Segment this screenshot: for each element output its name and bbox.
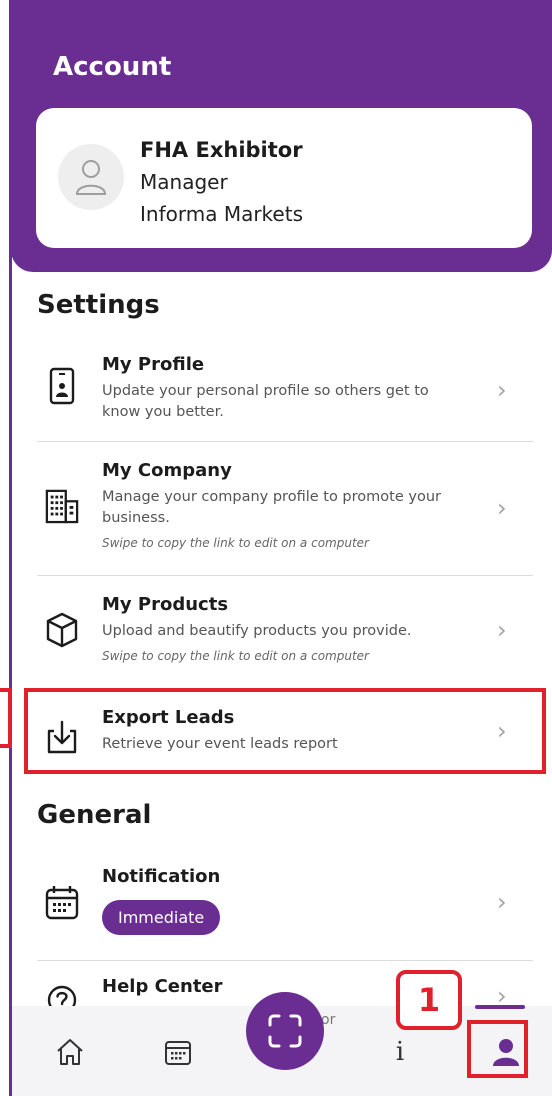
info-icon[interactable]: i — [380, 1032, 420, 1072]
highlight-box-export-leads — [24, 688, 546, 774]
settings-item-my-products[interactable]: My Products Upload and beautify products… — [37, 592, 533, 682]
highlight-box-account-tab — [467, 1020, 528, 1078]
annotation-badge: 1 — [396, 970, 462, 1030]
settings-item-title: My Products — [102, 594, 229, 615]
divider — [37, 960, 533, 961]
box-icon — [45, 610, 79, 650]
profile-role: Manager — [140, 170, 228, 194]
home-icon[interactable] — [50, 1032, 90, 1072]
nav-active-indicator — [475, 1005, 525, 1009]
chevron-right-icon: › — [497, 616, 507, 644]
page-title: Account — [53, 52, 172, 82]
user-icon — [75, 160, 107, 195]
calendar-icon — [45, 882, 79, 922]
chevron-right-icon: › — [497, 888, 507, 916]
settings-item-my-company[interactable]: My Company Manage your company profile t… — [37, 458, 533, 570]
profile-card[interactable]: FHA Exhibitor Manager Informa Markets — [36, 108, 532, 248]
settings-item-my-profile[interactable]: My Profile Update your personal profile … — [37, 352, 533, 440]
building-icon — [45, 486, 79, 526]
highlight-edge-marker — [0, 688, 12, 748]
chevron-right-icon: › — [497, 376, 507, 404]
settings-item-title: My Profile — [102, 354, 205, 375]
divider — [37, 441, 533, 442]
profile-name: FHA Exhibitor — [140, 138, 303, 162]
settings-item-description: Update your personal profile so others g… — [102, 383, 429, 420]
general-heading: General — [37, 800, 152, 830]
calendar-icon[interactable] — [158, 1032, 198, 1072]
scan-button[interactable] — [246, 992, 324, 1070]
notification-frequency-badge[interactable]: Immediate — [102, 900, 221, 935]
avatar — [58, 144, 124, 210]
general-item-notification[interactable]: Notification Immediate › — [37, 864, 533, 948]
settings-item-title: My Company — [102, 460, 232, 481]
settings-heading: Settings — [37, 290, 160, 320]
settings-item-description: Upload and beautify products you provide… — [102, 623, 412, 639]
phone-profile-icon — [45, 366, 79, 406]
settings-item-description: Manage your company profile to promote y… — [102, 489, 441, 526]
divider — [37, 575, 533, 576]
settings-item-hint: Swipe to copy the link to edit on a comp… — [102, 536, 369, 550]
notification-title: Notification — [102, 866, 221, 887]
settings-item-hint: Swipe to copy the link to edit on a comp… — [102, 649, 369, 663]
profile-organization: Informa Markets — [140, 202, 303, 226]
scan-icon — [268, 1014, 302, 1048]
chevron-right-icon: › — [497, 494, 507, 522]
